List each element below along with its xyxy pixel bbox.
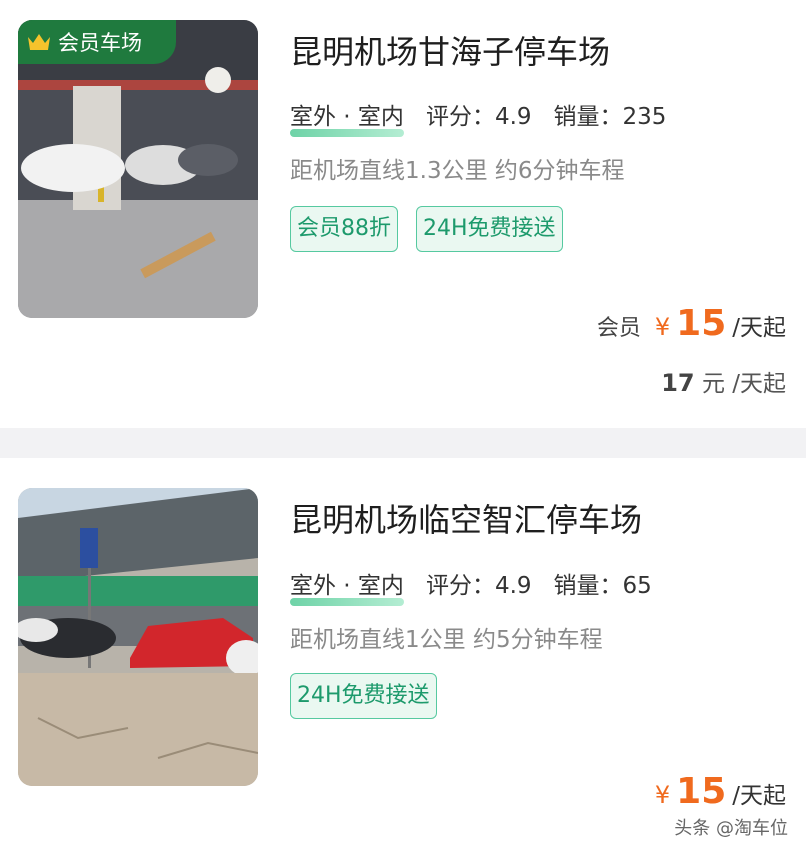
original-price: 17 元 /天起 (661, 364, 786, 398)
listing-title[interactable]: 昆明机场甘海子停车场 (290, 27, 610, 73)
sales-value: 65 (622, 573, 652, 599)
listing-meta: 室外 · 室内 评分：4.9 销量：235 (290, 97, 688, 137)
price-value: 15 (676, 771, 727, 812)
currency-symbol: ¥ (654, 313, 671, 341)
listing-meta: 室外 · 室内 评分：4.9 销量：65 (290, 566, 674, 606)
crown-icon (28, 34, 50, 50)
price-value: 15 (676, 303, 727, 344)
badge-label: 会员车场 (58, 31, 142, 55)
sales-value: 235 (622, 104, 667, 130)
distance-info: 距机场直线1公里 约5分钟车程 (290, 627, 603, 653)
watermark: 头条 @淘车位 (674, 818, 788, 839)
currency-symbol: ¥ (654, 781, 671, 809)
sales: 销量：65 (554, 566, 652, 600)
discount-tag: 会员88折 (290, 206, 398, 252)
listing-title[interactable]: 昆明机场临空智汇停车场 (290, 495, 642, 541)
rating-label: 评分： (425, 104, 495, 130)
tag-list: 24H免费接送 (290, 673, 437, 719)
distance-info: 距机场直线1.3公里 约6分钟车程 (290, 158, 625, 184)
original-price-value: 17 (661, 369, 695, 397)
member-price: 会员 ¥ 15 /天起 (597, 303, 786, 344)
rating-value: 4.9 (494, 104, 532, 130)
rating-value: 4.9 (494, 573, 532, 599)
original-price-unit: 元 /天起 (701, 371, 786, 397)
sales: 销量：235 (554, 97, 667, 131)
shuttle-tag: 24H免费接送 (416, 206, 563, 252)
shuttle-tag: 24H免费接送 (290, 673, 437, 719)
parking-listing-card[interactable]: 昆明机场临空智汇停车场 室外 · 室内 评分：4.9 销量：65 距机场直线1公… (0, 458, 806, 854)
sales-label: 销量： (553, 573, 623, 599)
rating: 评分：4.9 (426, 97, 532, 131)
outdoor-parking-photo (18, 488, 258, 786)
member-parking-badge: 会员车场 (18, 20, 176, 64)
indoor-parking-photo (18, 20, 258, 318)
sales-label: 销量： (553, 104, 623, 130)
parking-listing-card[interactable]: 会员车场 昆明机场甘海子停车场 室外 · 室内 评分：4.9 销量：235 距机… (0, 0, 806, 428)
price-unit: /天起 (732, 783, 786, 809)
location-type: 室外 · 室内 (290, 97, 404, 137)
rating: 评分：4.9 (426, 566, 532, 600)
rating-label: 评分： (425, 573, 495, 599)
tag-list: 会员88折 24H免费接送 (290, 206, 563, 252)
price: ¥ 15 /天起 (655, 771, 786, 812)
price-unit: /天起 (732, 315, 786, 341)
price-label: 会员 (596, 316, 641, 341)
location-type: 室外 · 室内 (290, 566, 404, 606)
